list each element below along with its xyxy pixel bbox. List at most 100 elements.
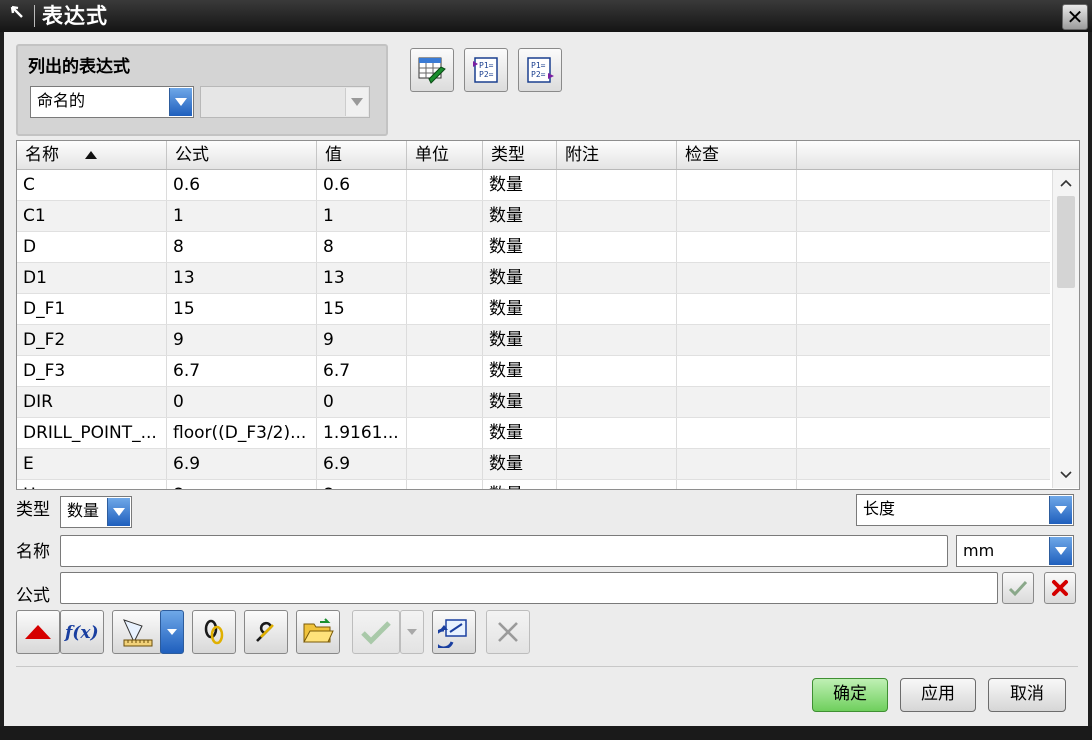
column-header-name[interactable]: 名称 (17, 141, 167, 169)
cell-value: 1 (317, 201, 407, 231)
ok-button[interactable]: 确定 (812, 678, 888, 712)
update-dropdown[interactable] (400, 610, 424, 654)
table-row[interactable]: C1 1 1 数量 (17, 201, 1050, 232)
dimension-combo-value: 长度 (863, 499, 896, 518)
cell-formula: 15 (167, 294, 317, 324)
cell-name: C (17, 170, 167, 200)
table-row[interactable]: C 0.6 0.6 数量 (17, 170, 1050, 201)
table-row[interactable]: H 8 8 数量 (17, 480, 1050, 489)
delete-button[interactable] (486, 610, 530, 654)
type-label: 类型 (16, 500, 50, 520)
cell-name: D_F1 (17, 294, 167, 324)
update-button[interactable] (352, 610, 400, 654)
cell-name: C1 (17, 201, 167, 231)
cell-unit (407, 387, 483, 417)
pin-icon[interactable] (6, 4, 30, 28)
cell-name: DRILL_POINT_... (17, 418, 167, 448)
link-button[interactable] (192, 610, 236, 654)
table-header: 名称 公式 值 单位 类型 附注 检查 (17, 141, 1079, 170)
svg-text:P2=: P2= (479, 70, 494, 79)
column-header-note[interactable]: 附注 (557, 141, 677, 169)
type-combo-value: 数量 (67, 501, 100, 520)
green-arrow-icon (361, 621, 391, 645)
chevron-down-icon[interactable] (1049, 537, 1072, 565)
cell-type: 数量 (483, 480, 557, 489)
cell-unit (407, 263, 483, 293)
table-row[interactable]: DIR 0 0 数量 (17, 387, 1050, 418)
scroll-down-icon[interactable] (1053, 464, 1079, 486)
unit-combo[interactable]: mm (956, 535, 1074, 567)
scrollbar-thumb[interactable] (1057, 196, 1075, 288)
chevron-down-icon (407, 629, 417, 635)
formula-label: 公式 (16, 586, 50, 606)
cell-formula: floor((D_F3/2)... (167, 418, 317, 448)
table-row[interactable]: E 6.9 6.9 数量 (17, 449, 1050, 480)
apply-button[interactable]: 应用 (900, 678, 976, 712)
cell-formula: 0 (167, 387, 317, 417)
cell-note (557, 232, 677, 262)
column-header-value[interactable]: 值 (317, 141, 407, 169)
scroll-up-icon[interactable] (1053, 172, 1079, 194)
table-row[interactable]: D 8 8 数量 (17, 232, 1050, 263)
accept-formula-button[interactable] (1002, 572, 1034, 604)
cell-formula: 8 (167, 480, 317, 489)
column-header-type[interactable]: 类型 (483, 141, 557, 169)
cell-check (677, 418, 797, 448)
chevron-down-icon[interactable] (169, 88, 192, 116)
cancel-button[interactable]: 取消 (988, 678, 1066, 712)
cell-value: 9 (317, 325, 407, 355)
cell-type: 数量 (483, 294, 557, 324)
svg-text:P1=: P1= (531, 61, 546, 70)
cell-note (557, 294, 677, 324)
collapse-up-button[interactable] (16, 610, 60, 654)
column-header-check[interactable]: 检查 (677, 141, 797, 169)
triangle-up-icon (25, 625, 51, 639)
refresh-button[interactable] (432, 610, 476, 654)
column-header-unit[interactable]: 单位 (407, 141, 483, 169)
table-row[interactable]: D1 13 13 数量 (17, 263, 1050, 294)
chevron-down-icon[interactable] (345, 88, 368, 116)
close-icon[interactable]: ✕ (1062, 4, 1088, 30)
cell-value: 6.7 (317, 356, 407, 386)
open-file-button[interactable] (296, 610, 340, 654)
chain-link-icon (204, 619, 224, 645)
function-button[interactable]: f(x) (60, 610, 104, 654)
create-link-button[interactable] (244, 610, 288, 654)
cell-value: 8 (317, 232, 407, 262)
export-expressions-button[interactable]: P1= P2= (518, 48, 562, 92)
sort-ascending-icon (85, 151, 98, 159)
table-row[interactable]: DRILL_POINT_... floor((D_F3/2)... 1.9161… (17, 418, 1050, 449)
cell-type: 数量 (483, 232, 557, 262)
table-scrollbar[interactable] (1052, 170, 1079, 488)
cell-formula: 6.7 (167, 356, 317, 386)
type-combo[interactable]: 数量 (60, 496, 132, 528)
table-row[interactable]: D_F1 15 15 数量 (17, 294, 1050, 325)
svg-text:P1=: P1= (479, 61, 494, 70)
table-body: C 0.6 0.6 数量 C1 1 1 数量 D 8 8 数量 D1 13 13… (17, 170, 1050, 489)
dimension-combo[interactable]: 长度 (856, 494, 1074, 526)
cell-check (677, 325, 797, 355)
chevron-down-icon[interactable] (1049, 496, 1072, 524)
measure-button[interactable] (112, 610, 162, 654)
table-row[interactable]: D_F2 9 9 数量 (17, 325, 1050, 356)
secondary-combo[interactable] (200, 86, 370, 118)
name-input[interactable] (60, 535, 948, 567)
chevron-down-icon[interactable] (107, 498, 130, 526)
chevron-down-icon (167, 629, 177, 635)
cell-formula: 13 (167, 263, 317, 293)
reject-formula-button[interactable] (1044, 572, 1076, 604)
window-bottom-edge (0, 726, 1092, 740)
checkmark-icon (1008, 580, 1028, 597)
filter-combo[interactable]: 命名的 (30, 86, 194, 118)
column-header-formula[interactable]: 公式 (167, 141, 317, 169)
import-expressions-button[interactable]: P1= P2= (464, 48, 508, 92)
cell-check (677, 294, 797, 324)
spreadsheet-edit-button[interactable] (410, 48, 454, 92)
cell-note (557, 263, 677, 293)
formula-input[interactable] (60, 572, 998, 604)
unit-combo-value: mm (963, 541, 995, 560)
table-row[interactable]: D_F3 6.7 6.7 数量 (17, 356, 1050, 387)
cell-unit (407, 294, 483, 324)
delete-x-icon (498, 622, 518, 642)
measure-dropdown[interactable] (160, 610, 184, 654)
